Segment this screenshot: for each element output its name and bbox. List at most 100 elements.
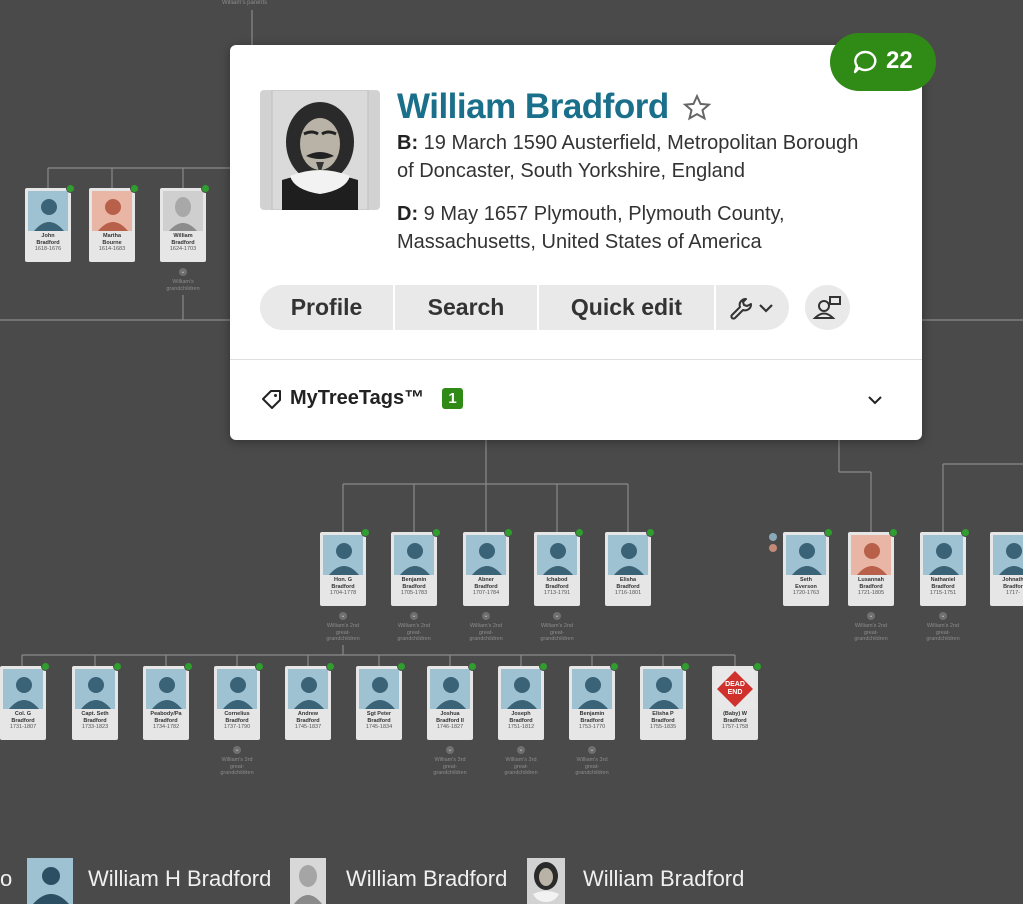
record-hint-dot[interactable] bbox=[610, 662, 619, 671]
record-hint-dot[interactable] bbox=[504, 528, 513, 537]
person-card-g3-6[interactable]: Joshua Bradford II 1746-1827 bbox=[427, 666, 473, 740]
person-card-name: Ichabod Bradford 1713-1791 bbox=[534, 577, 580, 597]
person-card-name: Hon. G Bradford 1704-1778 bbox=[320, 577, 366, 597]
record-hint-dot[interactable] bbox=[889, 528, 898, 537]
record-hint-dot[interactable] bbox=[255, 662, 264, 671]
record-hint-dot[interactable] bbox=[184, 662, 193, 671]
expand-descendants-icon[interactable]: ⌄ bbox=[446, 746, 454, 754]
recent-name-2[interactable]: William Bradford bbox=[346, 866, 507, 892]
person-name-link[interactable]: William Bradford bbox=[397, 87, 669, 127]
person-card-g3-10[interactable]: DEAD END (Baby) W Bradford 1757-1758 bbox=[712, 666, 758, 740]
quick-edit-button[interactable]: Quick edit bbox=[539, 285, 714, 330]
person-card-dates: 1618-1676 bbox=[34, 246, 62, 252]
pilgrim-portrait-icon bbox=[271, 89, 369, 211]
record-hint-dot[interactable] bbox=[961, 528, 970, 537]
person-card-g3-4[interactable]: Andrew Bradford 1745-1837 bbox=[285, 666, 331, 740]
person-card-g2-0[interactable]: Hon. G Bradford 1704-1778 bbox=[320, 532, 366, 606]
person-card-g2-4[interactable]: Elisha Bradford 1716-1801 bbox=[605, 532, 651, 606]
avatar bbox=[608, 535, 648, 575]
mytreetags-label: MyTreeTags™ bbox=[290, 387, 425, 409]
search-button[interactable]: Search bbox=[395, 285, 537, 330]
person-card-g3-2[interactable]: Peabody/Pa Bradford 1734-1782 bbox=[143, 666, 189, 740]
person-card-dates: 1705-1783 bbox=[400, 590, 428, 596]
avatar bbox=[851, 535, 891, 575]
person-card-dates: 1733-1823 bbox=[81, 724, 109, 730]
record-hint-dot[interactable] bbox=[575, 528, 584, 537]
person-card-g1-0[interactable]: John Bradford 1618-1676 bbox=[25, 188, 71, 262]
record-hint-dot[interactable] bbox=[397, 662, 406, 671]
record-hint-dot[interactable] bbox=[66, 184, 75, 193]
record-hint-dot[interactable] bbox=[361, 528, 370, 537]
person-card-name: Johnath Bradfor 1717- bbox=[990, 577, 1023, 597]
person-card-g3-8[interactable]: Benjamin Bradford 1753-1770 bbox=[569, 666, 615, 740]
person-card-g2-6[interactable]: Lusannah Bradford 1721-1805 bbox=[848, 532, 894, 606]
person-card-g2-3[interactable]: Ichabod Bradford 1713-1791 bbox=[534, 532, 580, 606]
person-card-g3-3[interactable]: Cornelius Bradford 1737-1790 bbox=[214, 666, 260, 740]
recent-name-3[interactable]: William Bradford bbox=[583, 866, 744, 892]
person-card-dates: 1715-1751 bbox=[929, 590, 957, 596]
person-card-g3-1[interactable]: Capt. Seth Bradford 1733-1823 bbox=[72, 666, 118, 740]
person-card-g3-0[interactable]: Col. G Bradford 1731-1807 bbox=[0, 666, 46, 740]
record-hint-dot[interactable] bbox=[646, 528, 655, 537]
star-icon[interactable] bbox=[682, 93, 712, 123]
person-card-g2-1[interactable]: Benjamin Bradford 1705-1783 bbox=[391, 532, 437, 606]
person-portrait[interactable] bbox=[260, 89, 380, 211]
expand-descendants-icon[interactable]: ⌄ bbox=[939, 612, 947, 620]
descendants-hint-g3-7: William's 3rd great- grandchildren bbox=[504, 757, 538, 776]
recent-avatar-3[interactable] bbox=[527, 858, 573, 904]
person-card-g1-1[interactable]: Martha Bourne 1614-1683 bbox=[89, 188, 135, 262]
record-hint-dot[interactable] bbox=[326, 662, 335, 671]
descendants-hint-g2-6: William's 2nd great- grandchildren bbox=[854, 623, 888, 642]
descendants-hint-g1: William's grandchildren bbox=[166, 279, 200, 292]
person-card-dates: 1704-1778 bbox=[329, 590, 357, 596]
person-card-name: Cornelius Bradford 1737-1790 bbox=[214, 711, 260, 731]
person-card-dates: 1624-1703 bbox=[169, 246, 197, 252]
chevron-down-icon[interactable] bbox=[865, 390, 885, 410]
wrench-icon bbox=[729, 298, 773, 320]
avatar bbox=[786, 535, 826, 575]
recent-name-1[interactable]: William H Bradford bbox=[88, 866, 271, 892]
mytreetags-row[interactable]: MyTreeTags™ 1 bbox=[260, 385, 890, 415]
person-card-g1-2[interactable]: William Bradford 1624-1703 bbox=[160, 188, 206, 262]
record-hint-dot[interactable] bbox=[539, 662, 548, 671]
person-card-g3-7[interactable]: Joseph Bradford 1751-1812 bbox=[498, 666, 544, 740]
recent-avatar-2[interactable] bbox=[290, 858, 336, 904]
person-card-g3-5[interactable]: Sgt Peter Bradford 1745-1834 bbox=[356, 666, 402, 740]
person-card-dates: 1737-1790 bbox=[223, 724, 251, 730]
tools-menu-button[interactable] bbox=[716, 285, 789, 330]
profile-button[interactable]: Profile bbox=[260, 285, 393, 330]
comments-badge[interactable]: 22 bbox=[830, 33, 936, 91]
record-hint-dot[interactable] bbox=[432, 528, 441, 537]
record-hint-dot[interactable] bbox=[113, 662, 122, 671]
death-label: D: bbox=[397, 203, 419, 225]
expand-descendants-icon[interactable]: ⌄ bbox=[588, 746, 596, 754]
person-card-name: Capt. Seth Bradford 1733-1823 bbox=[72, 711, 118, 731]
person-card-g2-5[interactable]: Seth Everson 1720-1763 bbox=[783, 532, 829, 606]
person-card-name: William Bradford 1624-1703 bbox=[160, 233, 206, 253]
expand-descendants-icon[interactable]: ⌄ bbox=[179, 268, 187, 276]
expand-descendants-icon[interactable]: ⌄ bbox=[339, 612, 347, 620]
expand-descendants-icon[interactable]: ⌄ bbox=[867, 612, 875, 620]
record-hint-dot[interactable] bbox=[468, 662, 477, 671]
person-card-g2-2[interactable]: Abner Bradford 1707-1784 bbox=[463, 532, 509, 606]
person-card-dates: 1753-1770 bbox=[578, 724, 606, 730]
spouse-avatars[interactable] bbox=[767, 532, 779, 556]
record-hint-dot[interactable] bbox=[41, 662, 50, 671]
expand-descendants-icon[interactable]: ⌄ bbox=[553, 612, 561, 620]
record-hint-dot[interactable] bbox=[753, 662, 762, 671]
record-hint-dot[interactable] bbox=[130, 184, 139, 193]
recent-avatar-1[interactable] bbox=[27, 858, 73, 904]
record-hint-dot[interactable] bbox=[681, 662, 690, 671]
record-hint-dot[interactable] bbox=[824, 528, 833, 537]
birth-text: 19 March 1590 Austerfield, Metropolitan … bbox=[397, 132, 859, 182]
expand-descendants-icon[interactable]: ⌄ bbox=[482, 612, 490, 620]
person-card-g3-9[interactable]: Elisha P Bradford 1755-1835 bbox=[640, 666, 686, 740]
record-hint-dot[interactable] bbox=[201, 184, 210, 193]
person-card-g2-8[interactable]: Johnath Bradfor 1717- bbox=[990, 532, 1023, 606]
relationship-button[interactable] bbox=[805, 285, 850, 330]
expand-descendants-icon[interactable]: ⌄ bbox=[517, 746, 525, 754]
expand-descendants-icon[interactable]: ⌄ bbox=[410, 612, 418, 620]
person-card-g2-7[interactable]: Nathaniel Bradford 1715-1751 bbox=[920, 532, 966, 606]
expand-descendants-icon[interactable]: ⌄ bbox=[233, 746, 241, 754]
descendants-hint-g3-8: William's 3rd great- grandchildren bbox=[575, 757, 609, 776]
